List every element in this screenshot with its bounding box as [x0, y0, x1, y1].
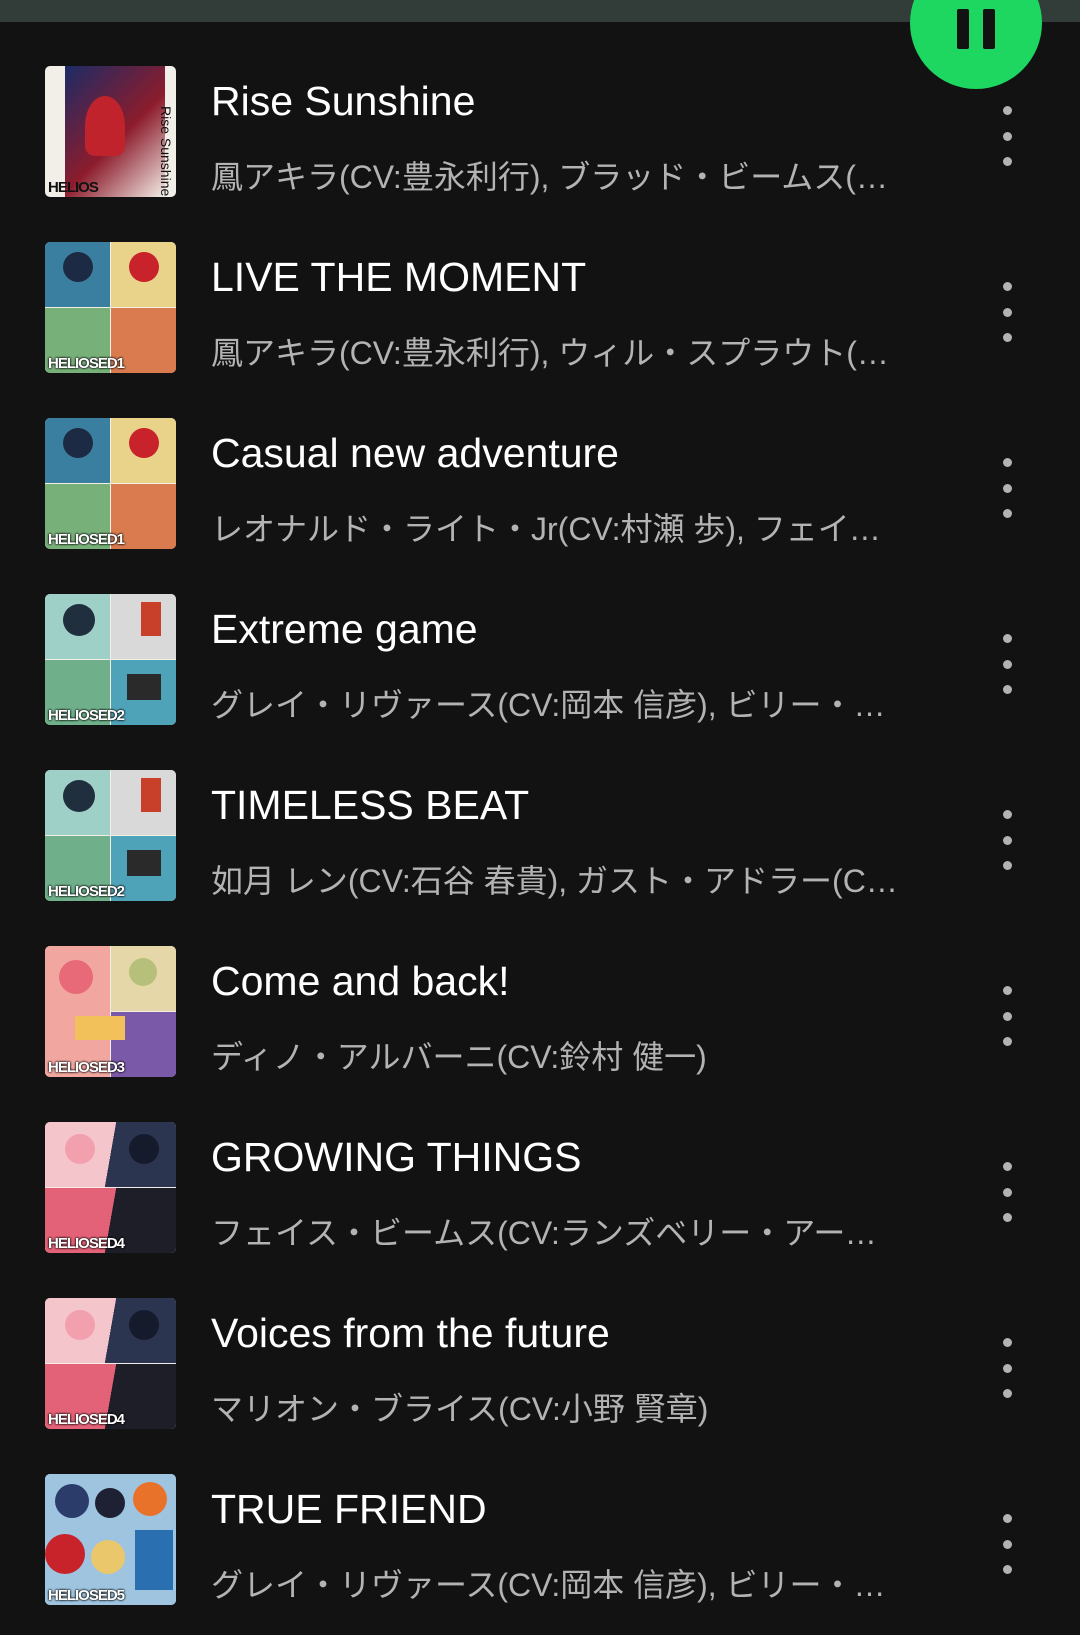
track-row[interactable]: HELIOSED1 LIVE THE MOMENT 鳳アキラ(CV:豊永利行),…	[0, 220, 1080, 396]
track-artists: 鳳アキラ(CV:豊永利行), ブラッド・ビームス(CV:中村悠一)	[211, 159, 901, 195]
album-cover: HELIOSED2	[45, 770, 176, 901]
cover-label: HELIOS	[48, 179, 99, 196]
album-cover: HELIOSED3	[45, 946, 176, 1077]
pause-icon	[957, 9, 995, 49]
track-title: LIVE THE MOMENT	[211, 254, 587, 300]
more-options-button[interactable]	[985, 1514, 1029, 1574]
album-cover: HELIOSED4	[45, 1298, 176, 1429]
track-artists: レオナルド・ライト・Jr(CV:村瀬 歩), フェイス・ビームス(CV:ランズベ…	[211, 511, 901, 547]
track-title: TIMELESS BEAT	[211, 782, 530, 828]
cover-label: HELIOSED4	[48, 1411, 125, 1428]
track-list: HELIOS Rise Sunshine Rise Sunshine 鳳アキラ(…	[0, 44, 1080, 1628]
track-title: Rise Sunshine	[211, 78, 476, 124]
album-cover: HELIOS Rise Sunshine	[45, 66, 176, 197]
more-options-button[interactable]	[985, 634, 1029, 694]
track-row[interactable]: HELIOSED5 TRUE FRIEND グレイ・リヴァース(CV:岡本 信彦…	[0, 1452, 1080, 1628]
track-artists: グレイ・リヴァース(CV:岡本 信彦), ビリー・ワイズ(CV:堀江 瞬)	[211, 1567, 901, 1603]
track-title: TRUE FRIEND	[211, 1486, 487, 1532]
track-row[interactable]: HELIOSED1 Casual new adventure レオナルド・ライト…	[0, 396, 1080, 572]
track-artists: マリオン・ブライス(CV:小野 賢章)	[211, 1391, 709, 1427]
track-row[interactable]: HELIOSED3 Come and back! ディノ・アルバーニ(CV:鈴村…	[0, 924, 1080, 1100]
more-options-button[interactable]	[985, 458, 1029, 518]
cover-label: HELIOSED3	[48, 1059, 125, 1076]
track-row[interactable]: HELIOSED2 TIMELESS BEAT 如月 レン(CV:石谷 春貴),…	[0, 748, 1080, 924]
more-options-button[interactable]	[985, 810, 1029, 870]
more-options-button[interactable]	[985, 106, 1029, 166]
more-options-button[interactable]	[985, 1338, 1029, 1398]
album-cover: HELIOSED2	[45, 594, 176, 725]
album-cover: HELIOSED5	[45, 1474, 176, 1605]
track-row[interactable]: HELIOSED2 Extreme game グレイ・リヴァース(CV:岡本 信…	[0, 572, 1080, 748]
cover-label: HELIOSED1	[48, 531, 125, 548]
track-artists: グレイ・リヴァース(CV:岡本 信彦), ビリー・ワイズ(CV:堀江 瞬)	[211, 687, 901, 723]
cover-label: HELIOSED5	[48, 1587, 125, 1604]
cover-label: HELIOSED2	[48, 707, 125, 724]
track-row[interactable]: HELIOSED4 Voices from the future マリオン・ブラ…	[0, 1276, 1080, 1452]
more-options-button[interactable]	[985, 282, 1029, 342]
cover-label: HELIOSED1	[48, 355, 125, 372]
track-title: Casual new adventure	[211, 430, 619, 476]
track-title: Voices from the future	[211, 1310, 610, 1356]
album-cover: HELIOSED4	[45, 1122, 176, 1253]
track-row[interactable]: HELIOS Rise Sunshine Rise Sunshine 鳳アキラ(…	[0, 44, 1080, 220]
track-row[interactable]: HELIOSED4 GROWING THINGS フェイス・ビームス(CV:ラン…	[0, 1100, 1080, 1276]
track-title: Extreme game	[211, 606, 478, 652]
track-artists: 鳳アキラ(CV:豊永利行), ウィル・スプラウト(CV:小林千晃)	[211, 335, 901, 371]
track-artists: フェイス・ビームス(CV:ランズベリー・アーサー), ジュニア	[211, 1215, 901, 1251]
cover-side-text: Rise Sunshine	[158, 106, 174, 197]
album-cover: HELIOSED1	[45, 242, 176, 373]
more-options-button[interactable]	[985, 986, 1029, 1046]
track-title: Come and back!	[211, 958, 510, 1004]
cover-label: HELIOSED4	[48, 1235, 125, 1252]
album-cover: HELIOSED1	[45, 418, 176, 549]
track-title: GROWING THINGS	[211, 1134, 582, 1180]
track-artists: ディノ・アルバーニ(CV:鈴村 健一)	[211, 1039, 707, 1075]
track-artists: 如月 レン(CV:石谷 春貴), ガスト・アドラー(CV:小野友樹)	[211, 863, 901, 899]
cover-label: HELIOSED2	[48, 883, 125, 900]
more-options-button[interactable]	[985, 1162, 1029, 1222]
